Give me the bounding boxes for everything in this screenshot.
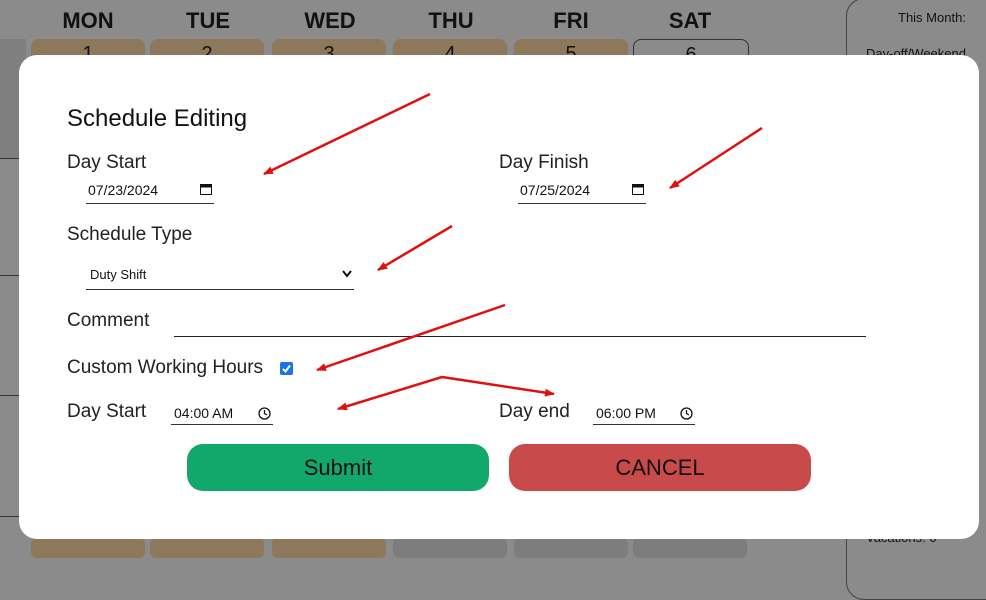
arrow-icon	[316, 303, 506, 372]
annotation-arrows	[263, 92, 763, 411]
arrow-icon	[669, 126, 763, 190]
arrow-icon	[263, 92, 431, 176]
arrow-icon	[337, 375, 443, 411]
arrow-icon	[377, 224, 453, 272]
arrow-icon	[441, 375, 555, 397]
